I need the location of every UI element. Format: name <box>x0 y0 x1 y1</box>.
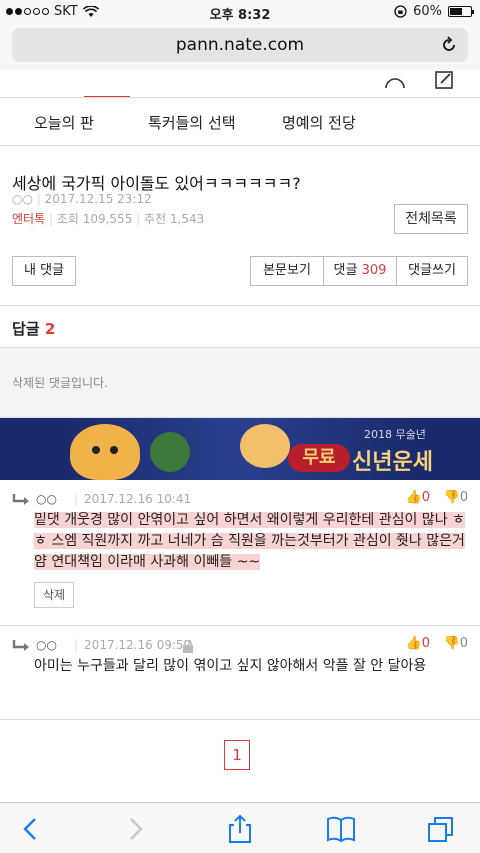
my-comments-button[interactable]: 내 댓글 <box>12 256 76 286</box>
comment-date: 2017.12.16 09:52 <box>74 638 191 652</box>
banner-title: 신년운세 <box>352 450 433 475</box>
banner-free-badge: 무료 <box>288 444 350 472</box>
tabs-icon[interactable] <box>426 815 456 843</box>
view-post-button[interactable]: 본문보기 <box>250 256 324 286</box>
battery-percent: 60% <box>413 4 442 19</box>
post-category[interactable]: 엔터톡 <box>12 212 45 226</box>
dislike-count: 0 <box>459 636 468 651</box>
like-button[interactable]: 👍0 <box>406 490 430 505</box>
post-meta-stats: 엔터톡 | 조회 109,555 | 추천 1,543 <box>12 212 205 226</box>
write-icon[interactable] <box>434 70 456 90</box>
comment-body: 아미는 누구들과 달리 많이 엮이고 싶지 않아해서 악플 잘 안 달아용 <box>34 658 427 674</box>
comment-text: 밑댓 개웃경 많이 안엮이고 싶어 하면서 왜이렇게 우리한테 관심이 많나 ㅎ… <box>34 512 465 570</box>
post-author: ○○ <box>12 192 33 206</box>
comment-date: 2017.12.16 10:41 <box>74 492 191 506</box>
battery-icon <box>448 6 474 17</box>
user-icon[interactable] <box>384 70 406 90</box>
thumbs-up-icon: 👍 <box>405 636 422 651</box>
post-title: 세상에 국가픽 아이돌도 있어ㅋㅋㅋㅋㅋㅋ? <box>12 174 301 193</box>
url-field[interactable]: pann.nate.com <box>12 28 468 62</box>
page-1-button[interactable]: 1 <box>224 740 250 770</box>
comments-count: 309 <box>361 263 387 278</box>
post-meta-author: ○○ | 2017.12.15 23:12 <box>12 192 152 206</box>
banner-year-text: 2018 무술년 <box>364 428 426 441</box>
share-icon[interactable] <box>225 815 255 843</box>
subnav-hall-of-fame[interactable]: 명예의 전당 <box>282 112 356 133</box>
reply-label: 답글 2 <box>12 318 55 339</box>
reply-arrow-icon <box>12 494 29 505</box>
top-nav <box>0 70 480 98</box>
comment-item: ○○ 2017.12.16 09:52 👍0 👎0 아미는 누구들과 달리 많이… <box>0 626 480 720</box>
subnav-talker-choice[interactable]: 톡커들의 선택 <box>148 112 236 133</box>
comments-label: 댓글 <box>333 263 358 278</box>
status-bar: SKT 오후 8:32 60% <box>0 0 480 24</box>
status-right: 60% <box>394 4 474 19</box>
subnav-today[interactable]: 오늘의 판 <box>34 112 94 133</box>
like-count: 0 <box>421 636 430 651</box>
bear-fan-illustration <box>240 424 290 468</box>
reload-icon[interactable] <box>440 36 458 54</box>
forward-icon[interactable] <box>120 815 150 843</box>
back-icon[interactable] <box>16 815 46 843</box>
bear-character-illustration <box>70 424 140 480</box>
post-recommend: 추천 1,543 <box>144 212 205 226</box>
write-comment-button[interactable]: 댓글쓰기 <box>396 256 468 286</box>
deleted-comment-text: 삭제된 댓글입니다. <box>12 376 108 390</box>
comment-item: ○○ 2017.12.16 10:41 👍0 👎0 밑댓 개웃경 많이 안엮이고… <box>0 480 480 626</box>
orientation-lock-icon <box>394 5 407 18</box>
reply-section-header: 답글 2 <box>0 306 480 348</box>
post-views: 조회 109,555 <box>56 212 133 226</box>
sub-nav: 오늘의 판 톡커들의 선택 명예의 전당 전체목록 <box>0 98 480 234</box>
thumbs-down-icon: 👎 <box>443 636 460 651</box>
browser-toolbar <box>0 802 480 853</box>
reply-count: 2 <box>44 320 56 338</box>
reply-arrow-icon <box>12 640 29 651</box>
dislike-count: 0 <box>459 490 468 505</box>
browser-url-bar: pann.nate.com <box>0 24 480 70</box>
comment-author: ○○ <box>36 638 57 652</box>
bookmarks-icon[interactable] <box>326 815 356 843</box>
lock-icon <box>183 640 193 653</box>
dislike-button[interactable]: 👎0 <box>444 636 468 651</box>
reply-label-text: 답글 <box>12 320 40 338</box>
post-date: 2017.12.15 23:12 <box>44 192 152 206</box>
thumbs-down-icon: 👎 <box>443 490 460 505</box>
like-button[interactable]: 👍0 <box>406 636 430 651</box>
delete-button[interactable]: 삭제 <box>34 582 74 608</box>
pine-illustration <box>150 432 190 472</box>
comment-author: ○○ <box>36 492 57 506</box>
post-header: 세상에 국가픽 아이돌도 있어ㅋㅋㅋㅋㅋㅋ? ○○ | 2017.12.15 2… <box>0 146 480 306</box>
fortune-banner-ad[interactable]: 2018 무술년 무료 신년운세 <box>0 418 480 480</box>
comment-body: 밑댓 개웃경 많이 안엮이고 싶어 하면서 왜이렇게 우리한테 관심이 많나 ㅎ… <box>34 510 470 573</box>
dislike-button[interactable]: 👎0 <box>444 490 468 505</box>
like-count: 0 <box>421 490 430 505</box>
thumbs-up-icon: 👍 <box>405 490 422 505</box>
deleted-comment: 삭제된 댓글입니다. <box>0 348 480 418</box>
comments-button[interactable]: 댓글 309 <box>323 256 397 286</box>
